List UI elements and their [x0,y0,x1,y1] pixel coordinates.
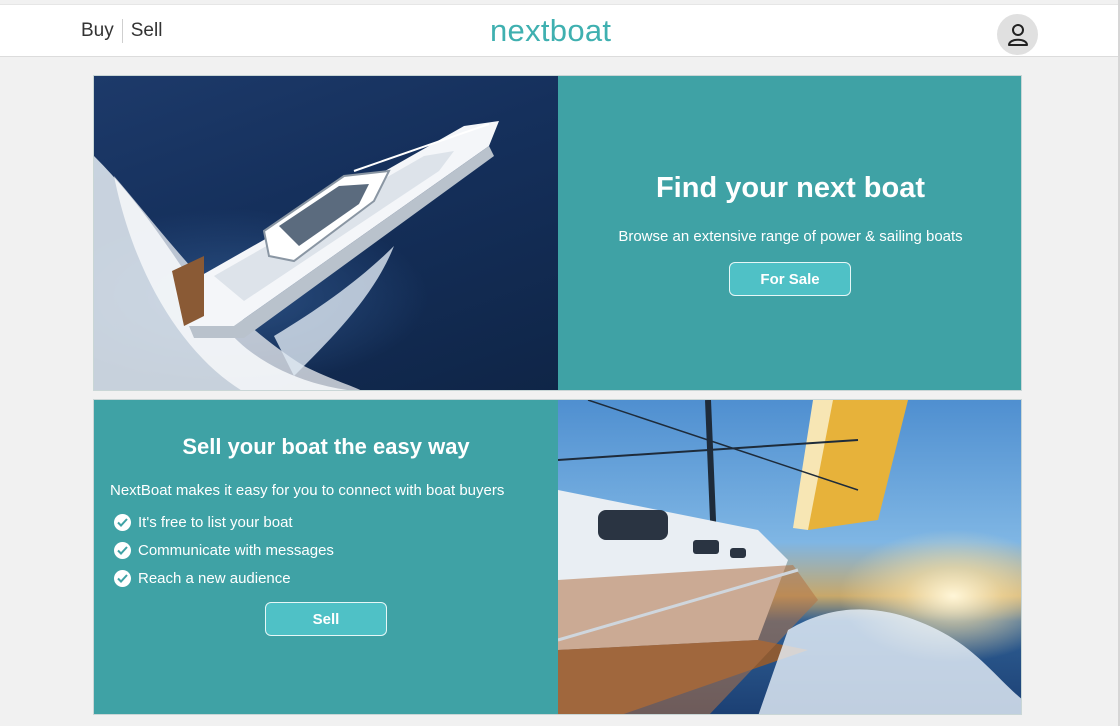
benefit-item: Communicate with messages [114,536,334,564]
buy-hero-content: Find your next boat Browse an extensive … [558,76,1021,390]
benefit-item: Reach a new audience [114,564,334,592]
check-circle-icon [114,569,131,587]
benefit-label: Communicate with messages [138,541,334,559]
motor-yacht-illustration [94,121,499,390]
sell-button[interactable]: Sell [265,602,387,636]
benefit-label: Reach a new audience [138,569,291,587]
check-circle-icon [114,513,131,531]
buy-hero-panel: Find your next boat Browse an extensive … [93,75,1022,391]
nav-divider [121,19,123,43]
top-nav-bar: Buy Sell nextboat [0,4,1118,57]
user-icon [1007,23,1028,46]
benefit-item: It's free to list your boat [114,508,334,536]
primary-nav: Buy Sell [81,19,162,43]
sell-hero-content: Sell your boat the easy way NextBoat mak… [94,400,558,714]
for-sale-button[interactable]: For Sale [729,262,851,296]
sell-hero-intro: NextBoat makes it easy for you to connec… [110,482,505,499]
nextboat-logo[interactable]: nextboat [490,13,611,49]
motor-yacht-image [94,76,558,390]
sailboat-illustration [557,400,1021,714]
account-button[interactable] [997,14,1038,55]
nav-buy-link[interactable]: Buy [81,20,114,42]
check-circle-icon [114,541,131,559]
sell-hero-title: Sell your boat the easy way [182,434,470,459]
benefit-label: It's free to list your boat [138,513,293,531]
sell-hero-panel: Sell your boat the easy way NextBoat mak… [93,399,1022,715]
sailboat-image [557,400,1021,714]
benefit-list: It's free to list your boat Communicate … [114,508,334,592]
buy-hero-title: Find your next boat [655,172,926,204]
nav-sell-link[interactable]: Sell [131,20,163,42]
buy-hero-subtitle: Browse an extensive range of power & sai… [618,228,963,245]
